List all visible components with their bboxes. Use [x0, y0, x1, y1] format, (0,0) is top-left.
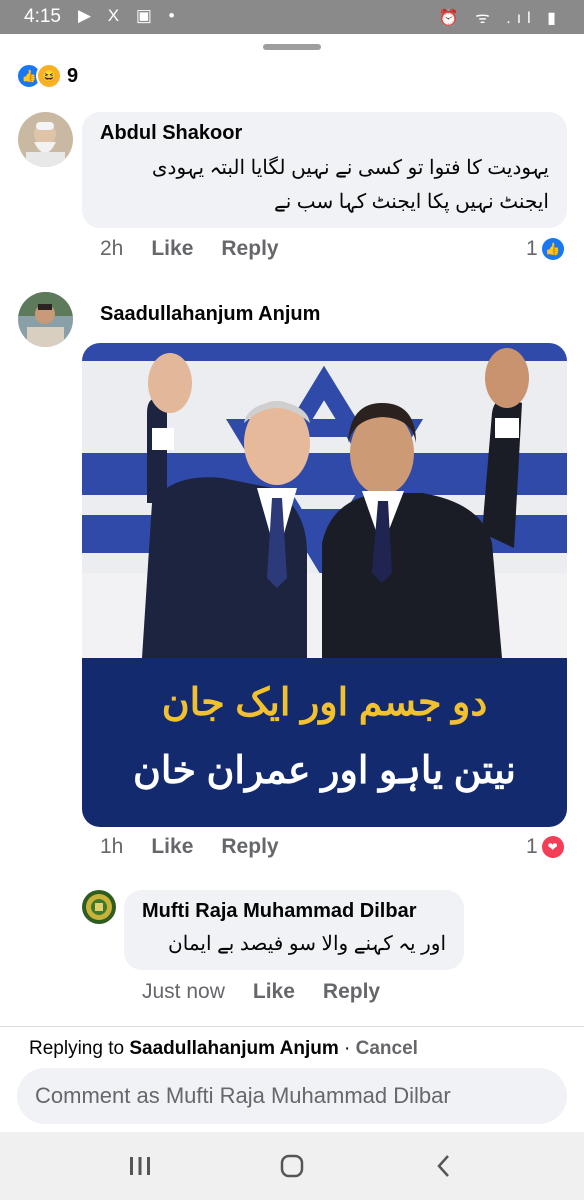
divider	[0, 1026, 584, 1027]
sheet-drag-handle[interactable]	[263, 44, 321, 50]
cancel-reply-button[interactable]: Cancel	[356, 1038, 418, 1059]
recent-apps-icon	[130, 1157, 150, 1175]
avatar[interactable]	[18, 292, 73, 347]
comment-author[interactable]: Abdul Shakoor	[100, 122, 549, 145]
reaction-count: 9	[67, 64, 79, 87]
like-button[interactable]: Like	[151, 835, 193, 859]
like-button[interactable]: Like	[151, 237, 193, 261]
photo	[82, 343, 567, 658]
reply-time: Just now	[142, 980, 225, 1003]
replying-prefix: Replying to	[29, 1038, 130, 1059]
reply-actions: Just now Like Reply	[142, 980, 380, 1004]
avatar[interactable]	[18, 112, 73, 167]
separator: ·	[338, 1038, 356, 1059]
comment-author[interactable]: Saadullahanjum Anjum	[100, 303, 320, 326]
back-button[interactable]	[424, 1150, 464, 1182]
home-button[interactable]	[272, 1150, 312, 1182]
system-icons: ⏰ ᯤ .ıl ▮	[438, 10, 562, 27]
comment-time: 2h	[100, 237, 124, 260]
comment-reaction-count[interactable]: 1 👍	[526, 237, 564, 261]
comment-image[interactable]: دو جسم اور ایک جان نیتن یاہو اور عمران خ…	[82, 343, 567, 827]
comment-composer[interactable]	[17, 1068, 567, 1124]
back-icon	[437, 1155, 449, 1177]
replying-to-name: Saadullahanjum Anjum	[129, 1038, 339, 1059]
comment-reaction-count[interactable]: 1 ❤	[526, 835, 564, 859]
home-icon	[280, 1154, 304, 1178]
post-reactions-summary[interactable]: 👍 😆 9	[16, 63, 78, 89]
comment-text-line: یہودیت کا فتوا تو کسی نے نہیں لگایا البت…	[151, 157, 549, 179]
comment-input[interactable]	[17, 1068, 545, 1124]
reaction-number: 1	[526, 237, 538, 260]
comment-actions: 1h Like Reply	[100, 835, 279, 859]
reply-author[interactable]: Mufti Raja Muhammad Dilbar	[142, 900, 446, 923]
recent-apps-button[interactable]	[120, 1150, 160, 1182]
like-reaction-icon: 👍	[541, 238, 564, 260]
comment-actions: 2h Like Reply	[100, 237, 279, 261]
reply-text: اور یہ کہنے والا سو فیصد بے ایمان	[168, 933, 446, 955]
comment-bubble[interactable]: Abdul Shakoor یہودیت کا فتوا تو کسی نے ن…	[82, 112, 567, 228]
reply-bubble[interactable]: Mufti Raja Muhammad Dilbar اور یہ کہنے و…	[124, 890, 464, 970]
clock: 4:15	[24, 6, 61, 27]
image-caption-line: دو جسم اور ایک جان	[161, 682, 488, 724]
replying-to-bar: Replying to Saadullahanjum Anjum · Cance…	[29, 1038, 418, 1060]
like-button[interactable]: Like	[253, 980, 295, 1004]
avatar[interactable]	[82, 890, 116, 924]
comment-text-line: ایجنٹ نہیں پکا ایجنٹ کہا سب نے	[273, 191, 549, 213]
heart-reaction-icon: ❤	[541, 836, 564, 858]
system-nav-bar	[0, 1132, 584, 1200]
notification-icons: ▶ X ▣ •	[78, 6, 181, 25]
reply-button[interactable]: Reply	[221, 237, 278, 261]
status-bar: 4:15 ▶ X ▣ • ⏰ ᯤ .ıl ▮	[0, 0, 584, 34]
image-caption-banner: دو جسم اور ایک جان نیتن یاہو اور عمران خ…	[82, 658, 567, 827]
reply-button[interactable]: Reply	[323, 980, 380, 1004]
haha-reaction-icon: 😆	[36, 63, 62, 89]
comment-time: 1h	[100, 835, 124, 858]
reply-button[interactable]: Reply	[221, 835, 278, 859]
image-caption-line: نیتن یاہو اور عمران خان	[132, 750, 517, 792]
reaction-number: 1	[526, 835, 538, 858]
